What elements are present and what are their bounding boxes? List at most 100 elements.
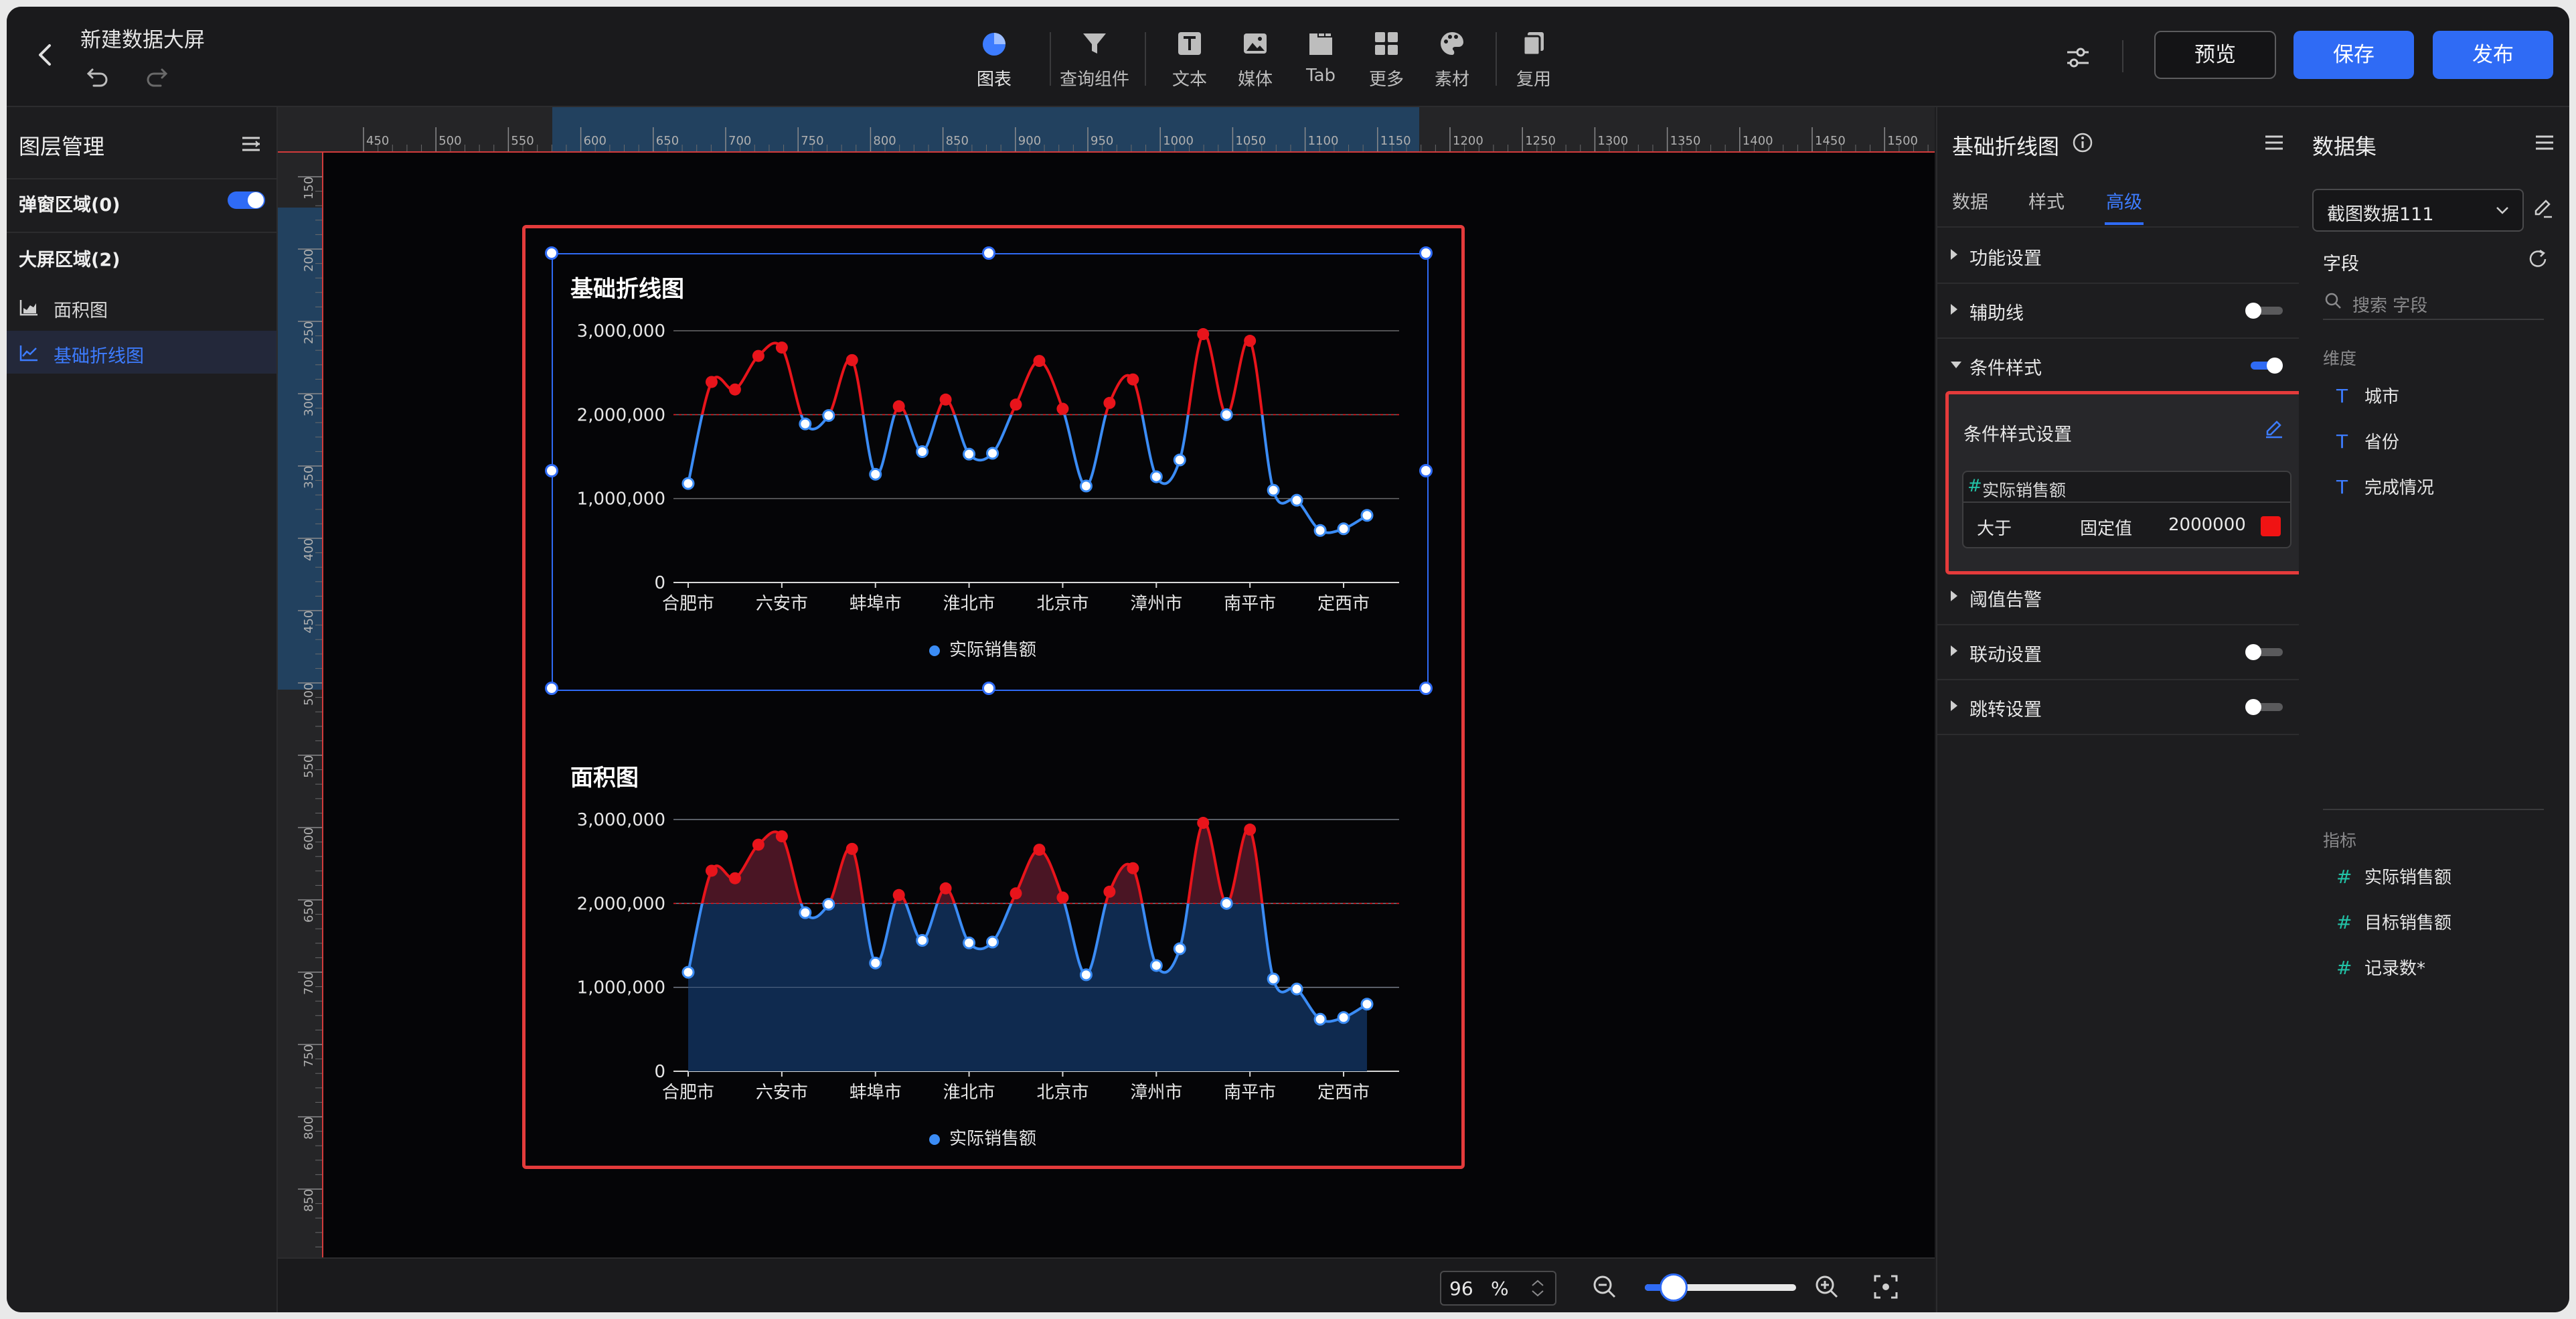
section-conditional-style[interactable]: 条件样式 (1937, 339, 2299, 392)
zoom-slider[interactable] (1645, 1273, 1796, 1302)
condition-operator[interactable]: 大于 (1977, 515, 2012, 540)
line-chart[interactable]: 0 1,000,000 2,000,000 3,000,000 合肥市 六安市 蚌埠市 淮北市… (566, 301, 1410, 623)
text-type-icon: T (2336, 431, 2348, 453)
edit-pencil-icon[interactable] (2263, 418, 2285, 440)
section-label: 辅助线 (1969, 303, 2024, 324)
jump-toggle[interactable] (2245, 699, 2283, 715)
data-point (1127, 862, 1139, 874)
zoom-out-icon[interactable] (1591, 1273, 1618, 1300)
save-button[interactable]: 保存 (2293, 31, 2414, 79)
resize-handle[interactable] (545, 464, 558, 477)
data-point (1033, 355, 1046, 368)
resize-handle[interactable] (1419, 246, 1433, 260)
tab-style[interactable]: 样式 (2028, 187, 2065, 214)
resize-handle[interactable] (982, 246, 995, 260)
resize-handle[interactable] (545, 682, 558, 695)
settings-sliders-icon[interactable] (2063, 43, 2093, 72)
field-label: 城市 (2364, 387, 2400, 407)
ruler-label: 250 (302, 321, 316, 344)
tool-chart[interactable]: 图表 (951, 23, 1038, 90)
toggle-knob (248, 192, 264, 208)
tool-material[interactable]: 素材 (1408, 23, 1496, 90)
zoom-slider-thumb[interactable] (1659, 1273, 1688, 1302)
redo-icon[interactable] (143, 63, 170, 90)
filter-icon (1083, 33, 1106, 54)
dimension-field-province[interactable]: T 省份 (2336, 429, 2399, 453)
dataset-select[interactable]: 截图数据111 (2312, 189, 2524, 232)
field-search-input[interactable]: 搜索 字段 (2323, 285, 2544, 320)
section-threshold-alert[interactable]: 阈值告警 (1937, 570, 2299, 624)
x-tick-label: 合肥市 (662, 1083, 714, 1103)
y-tick-label: 2,000,000 (577, 894, 665, 914)
conditional-style-title: 条件样式设置 (1963, 424, 2072, 445)
data-point (1173, 453, 1186, 467)
tab-data[interactable]: 数据 (1952, 187, 1988, 214)
info-icon[interactable] (2071, 131, 2094, 154)
back-arrow-icon[interactable] (32, 42, 59, 68)
screen-area-group[interactable]: 大屏区域(2) (19, 245, 120, 271)
collapse-menu-icon[interactable] (240, 133, 262, 155)
measure-field-actual-sales[interactable]: # 实际销售额 (2336, 864, 2451, 888)
tab-advanced[interactable]: 高级 (2106, 187, 2142, 214)
resize-handle[interactable] (1419, 464, 1433, 477)
stepper-icon[interactable] (1524, 1275, 1551, 1302)
line-chart-legend[interactable]: 实际销售额 (929, 636, 1036, 661)
tool-label: 复用 (1516, 70, 1551, 90)
area-chart-legend[interactable]: 实际销售额 (929, 1125, 1036, 1150)
data-point (681, 477, 695, 490)
resize-handle[interactable] (982, 682, 995, 695)
data-point (1197, 817, 1210, 830)
ruler-label: 650 (656, 134, 679, 148)
ruler-label: 450 (302, 611, 316, 633)
data-point (1010, 887, 1022, 900)
zoom-in-icon[interactable] (1814, 1273, 1840, 1300)
edit-pencil-icon[interactable] (2532, 197, 2555, 220)
ruler-label: 850 (302, 1189, 316, 1212)
conditional-style-toggle[interactable] (2245, 358, 2283, 374)
condition-value[interactable]: 2000000 (2168, 515, 2246, 535)
layer-item-line-chart[interactable]: 基础折线图 (7, 331, 276, 374)
section-function-settings[interactable]: 功能设置 (1937, 229, 2299, 283)
section-linkage-settings[interactable]: 联动设置 (1937, 625, 2299, 679)
resize-handle[interactable] (1419, 682, 1433, 695)
section-jump-settings[interactable]: 跳转设置 (1937, 680, 2299, 734)
x-tick-label: 漳州市 (1130, 1083, 1182, 1103)
publish-button[interactable]: 发布 (2433, 31, 2553, 79)
resize-handle[interactable] (545, 246, 558, 260)
popup-area-toggle[interactable] (228, 191, 265, 209)
data-point (752, 350, 764, 362)
collapse-menu-icon[interactable] (2533, 131, 2556, 154)
collapse-menu-icon[interactable] (2263, 131, 2285, 154)
condition-rule-card[interactable]: # 实际销售额 大于 固定值 2000000 (1962, 471, 2291, 548)
fit-screen-icon[interactable] (1872, 1273, 1899, 1300)
active-tab-indicator (2105, 222, 2144, 225)
field-label: 实际销售额 (2364, 868, 2452, 888)
field-label: 目标销售额 (2364, 913, 2452, 933)
popup-area-group[interactable]: 弹窗区域(0) (19, 190, 120, 216)
dimension-field-status[interactable]: T 完成情况 (2336, 474, 2434, 499)
ruler-label: 1450 (1815, 134, 1846, 148)
measure-field-target-sales[interactable]: # 目标销售额 (2336, 909, 2451, 934)
line-chart-title: 基础折线图 (570, 276, 684, 303)
refresh-icon[interactable] (2526, 248, 2549, 270)
dataset-selected: 截图数据111 (2327, 204, 2434, 225)
condition-color-swatch[interactable] (2261, 516, 2281, 536)
zoom-input[interactable]: 96 % (1440, 1271, 1556, 1306)
section-auxiliary-line[interactable]: 辅助线 (1937, 284, 2299, 337)
condition-value-type[interactable]: 固定值 (2080, 515, 2132, 540)
area-chart[interactable]: 0 1,000,000 2,000,000 3,000,000 合肥市 六安市 蚌埠市 淮北市… (566, 790, 1410, 1111)
linkage-toggle[interactable] (2245, 644, 2283, 660)
toggle-knob (2245, 303, 2261, 319)
layer-item-area-chart[interactable]: 面积图 (7, 285, 276, 328)
data-point (822, 898, 835, 911)
dimension-field-city[interactable]: T 城市 (2336, 383, 2399, 408)
horizontal-ruler[interactable]: 450 500 550 600 650 700 750 800 850 900 950 1000 105… (278, 107, 1935, 153)
vertical-ruler[interactable]: 150 200 250 300 350 400 450 500 550 600 650 700 750 8… (278, 153, 323, 1257)
x-tick-label: 漳州市 (1130, 594, 1182, 614)
tool-query[interactable]: 查询组件 (1051, 23, 1138, 90)
measure-field-record-count[interactable]: # 记录数* (2336, 955, 2425, 980)
auxiliary-line-toggle[interactable] (2245, 303, 2283, 319)
preview-button[interactable]: 预览 (2154, 31, 2276, 79)
tool-reuse[interactable]: 复用 (1490, 23, 1577, 90)
undo-icon[interactable] (84, 63, 111, 90)
